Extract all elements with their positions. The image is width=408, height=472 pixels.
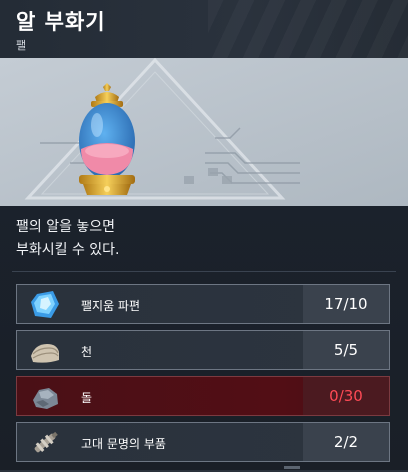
material-quantity: 5/5 xyxy=(303,331,389,369)
material-quantity: 17/10 xyxy=(303,285,389,323)
egg-incubator-icon xyxy=(79,83,135,195)
item-header: 알 부화기 팰 xyxy=(0,0,408,58)
material-name: 천 xyxy=(81,345,93,359)
item-preview xyxy=(0,58,408,206)
header-decoration xyxy=(208,0,408,58)
description-line-1: 팰의 알을 놓으면 xyxy=(16,219,116,235)
item-category: 팰 xyxy=(16,39,27,52)
item-detail-panel: 알 부화기 팰 팰의 알을 놓으면 부화시킬 수 있다. 팰지움 파편 17/1… xyxy=(0,0,408,472)
material-name: 팰지움 파편 xyxy=(81,299,141,313)
description-line-2: 부화시킬 수 있다. xyxy=(16,242,120,258)
material-row-ancient-parts: 고대 문명의 부품 2/2 xyxy=(16,422,390,462)
cloth-icon xyxy=(31,344,59,363)
section-divider xyxy=(12,271,396,272)
stone-icon xyxy=(33,388,58,409)
item-title: 알 부화기 xyxy=(16,10,106,34)
preview-background xyxy=(0,58,408,206)
scroll-indicator[interactable] xyxy=(284,466,300,469)
ancient-civilization-parts-icon xyxy=(34,431,58,453)
material-quantity: 0/30 xyxy=(303,377,389,415)
material-row-paldium: 팰지움 파편 17/10 xyxy=(16,284,390,324)
material-quantity: 2/2 xyxy=(303,423,389,461)
paldium-fragment-icon xyxy=(31,291,59,318)
item-description: 팰의 알을 놓으면 부화시킬 수 있다. xyxy=(16,216,396,262)
material-list: 팰지움 파편 17/10 천 5/5 돌 0/30 고대 문명의 부품 2/2 xyxy=(16,284,390,468)
material-name: 돌 xyxy=(81,391,93,405)
material-row-cloth: 천 5/5 xyxy=(16,330,390,370)
material-row-stone: 돌 0/30 xyxy=(16,376,390,416)
material-name: 고대 문명의 부품 xyxy=(81,437,166,451)
